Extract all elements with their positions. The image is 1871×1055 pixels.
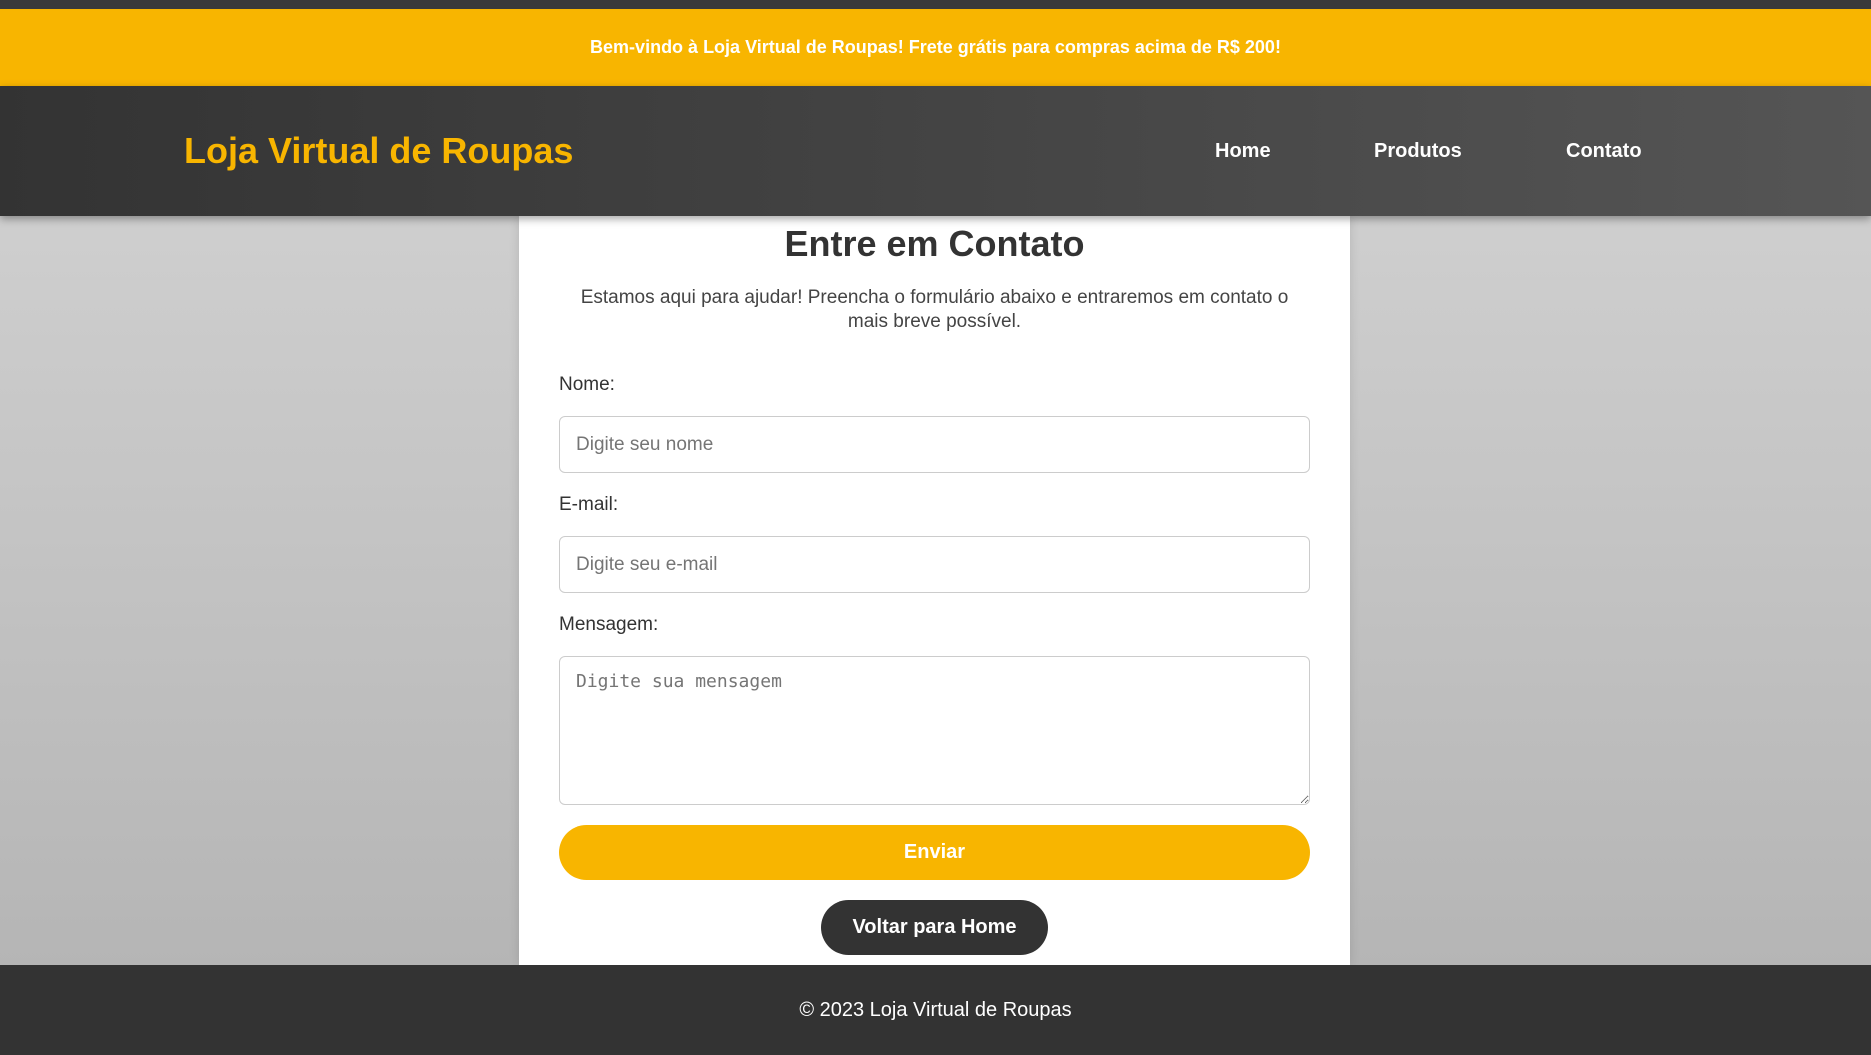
nav-link-produtos[interactable]: Produtos [1374,86,1462,216]
footer-copyright: © 2023 Loja Virtual de Roupas [799,998,1072,1021]
name-label: Nome: [559,374,615,395]
promo-text: Bem-vindo à Loja Virtual de Roupas! Fret… [590,37,1281,57]
top-strip [0,0,1871,9]
intro-text: Estamos aqui para ajudar! Preencha o for… [580,287,1289,332]
nav-link-home[interactable]: Home [1215,86,1271,216]
site-header: Loja Virtual de Roupas Home Produtos Con… [0,86,1871,216]
email-input[interactable] [559,536,1310,593]
message-label: Mensagem: [559,614,659,635]
submit-button[interactable]: Enviar [559,825,1310,880]
nav-link-contato[interactable]: Contato [1566,86,1642,216]
promo-banner: Bem-vindo à Loja Virtual de Roupas! Fret… [0,9,1871,86]
page-title: Entre em Contato [784,223,1085,264]
message-textarea[interactable] [559,656,1310,805]
name-input[interactable] [559,416,1310,473]
site-logo[interactable]: Loja Virtual de Roupas [184,86,573,216]
contact-card: Entre em Contato Estamos aqui para ajuda… [519,216,1350,965]
site-footer: © 2023 Loja Virtual de Roupas [0,965,1871,1055]
back-home-button[interactable]: Voltar para Home [821,900,1048,955]
email-label: E-mail: [559,494,619,515]
